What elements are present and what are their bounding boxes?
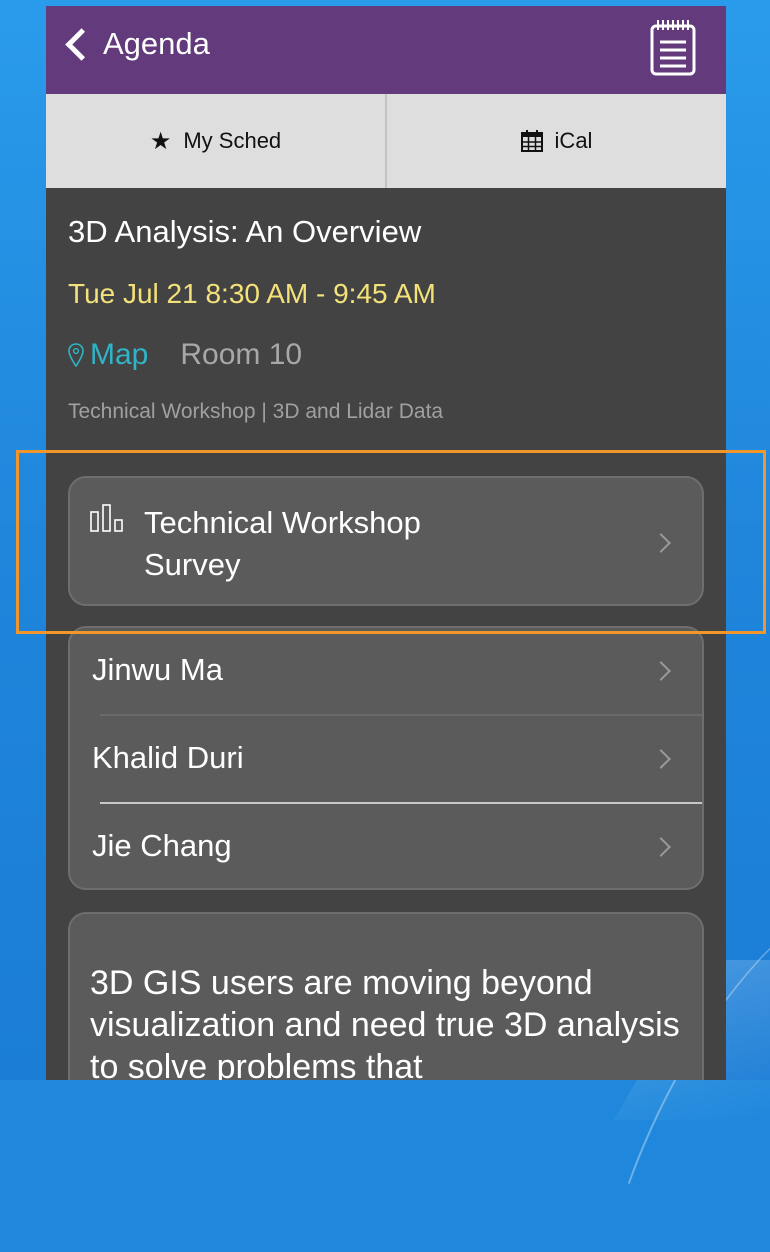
session-title: 3D Analysis: An Overview bbox=[68, 214, 422, 249]
survey-title: Technical Workshop Survey bbox=[144, 502, 421, 586]
room-label: Room 10 bbox=[180, 338, 303, 371]
back-label: Agenda bbox=[103, 26, 210, 61]
speaker-name: Jinwu Ma bbox=[92, 652, 223, 687]
chevron-right-icon bbox=[651, 533, 671, 553]
survey-link[interactable]: Technical Workshop Survey bbox=[68, 476, 704, 606]
speaker-row-jie-chang[interactable]: Jie Chang bbox=[70, 804, 702, 892]
calendar-icon bbox=[520, 130, 543, 152]
map-pin-icon bbox=[68, 343, 84, 367]
my-sched-button[interactable]: ★ My Sched bbox=[46, 94, 385, 188]
ical-label: iCal bbox=[554, 128, 593, 153]
survey-title-line1: Technical Workshop bbox=[144, 505, 421, 540]
survey-title-line2: Survey bbox=[144, 547, 241, 582]
notes-icon[interactable] bbox=[650, 18, 696, 76]
ical-button[interactable]: iCal bbox=[385, 94, 726, 188]
speaker-name: Khalid Duri bbox=[92, 740, 244, 775]
session-location: Map Room 10 bbox=[68, 338, 704, 372]
back-button[interactable]: Agenda bbox=[64, 26, 210, 62]
star-icon: ★ bbox=[149, 127, 172, 155]
description-card: 3D GIS users are moving beyond visualiza… bbox=[68, 912, 704, 1080]
chevron-right-icon bbox=[651, 661, 671, 681]
chevron-right-icon bbox=[651, 837, 671, 857]
speaker-row-khalid-duri[interactable]: Khalid Duri bbox=[70, 716, 702, 804]
my-sched-label: My Sched bbox=[183, 128, 282, 153]
action-bar: ★ My Sched iCal bbox=[46, 94, 726, 188]
session-time: Tue Jul 21 8:30 AM - 9:45 AM bbox=[68, 278, 436, 309]
chevron-left-icon bbox=[65, 27, 98, 61]
speaker-row-jinwu-ma[interactable]: Jinwu Ma bbox=[70, 628, 702, 716]
session-description: 3D GIS users are moving beyond visualiza… bbox=[90, 964, 680, 1080]
session-tags: Technical Workshop | 3D and Lidar Data bbox=[68, 400, 444, 423]
app-screen: Agenda ★ My Sched iCal 3D Analysis: An O… bbox=[46, 6, 726, 1080]
speaker-name: Jie Chang bbox=[92, 828, 232, 863]
map-label: Map bbox=[90, 338, 149, 371]
session-details: 3D Analysis: An Overview Tue Jul 21 8:30… bbox=[46, 188, 726, 424]
chevron-right-icon bbox=[651, 749, 671, 769]
speaker-list: Jinwu Ma Khalid Duri Jie Chang bbox=[68, 626, 704, 890]
map-link[interactable]: Map bbox=[68, 338, 148, 372]
bar-chart-icon bbox=[90, 504, 123, 532]
nav-bar: Agenda bbox=[46, 6, 726, 94]
